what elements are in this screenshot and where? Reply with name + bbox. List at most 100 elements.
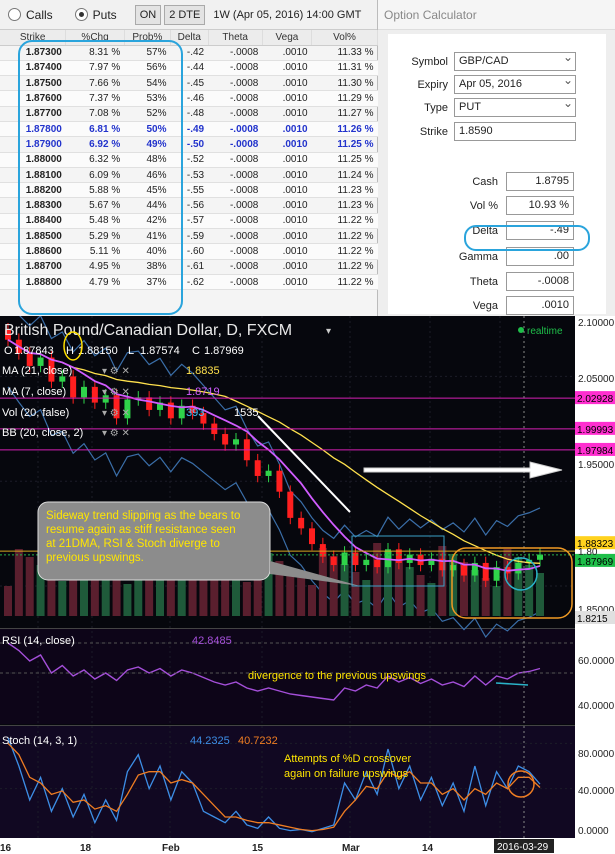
table-cell: -.0008 [208, 60, 263, 77]
rsi-tick: 60.0000 [578, 656, 615, 667]
puts-radio-circle[interactable] [74, 8, 88, 21]
table-row[interactable]: 1.88200 5.88 % 45% -.55 -.0008.0010 11.23 % [0, 182, 378, 199]
option-calculator-panel: Option Calculator Symbol GBP/CAD Expiry … [378, 0, 615, 316]
table-row[interactable]: 1.88600 5.11 % 40% -.60 -.0008.0010 11.22 % [0, 243, 378, 260]
candle-body [341, 552, 348, 566]
volume-bar [405, 567, 414, 616]
price-tag-label: 1.97984 [577, 446, 614, 457]
table-cell: .0010 [262, 152, 312, 168]
table-cell: 53% [124, 90, 171, 107]
cash-input[interactable]: 1.8795 [506, 172, 574, 191]
table-cell: 7.37 % [65, 90, 125, 107]
symbol-select[interactable]: GBP/CAD [454, 50, 576, 71]
table-cell: 7.66 % [65, 75, 125, 92]
dte-button[interactable]: 2 DTE [164, 4, 206, 25]
price-chart[interactable]: 2.10000 2.05000 1.95000 1.85000 2.02928 1.999… [0, 316, 615, 854]
table-cell: -.49 [170, 121, 209, 138]
ohlc-h-label: H [66, 345, 74, 357]
candle-body [482, 562, 489, 581]
volume-bar [340, 564, 349, 616]
vega-label: Vega [472, 300, 498, 312]
on-button[interactable]: ON [134, 4, 162, 25]
indicator-label: Vol (20, false) [2, 407, 69, 419]
volume-bar [25, 557, 34, 616]
stoch-note-line-2: again on failure upswings [284, 768, 409, 780]
stoch-d-value: 40.7232 [238, 735, 278, 747]
table-cell: 1.87300 [0, 45, 66, 61]
column-header[interactable]: Vega [262, 30, 313, 46]
table-cell: -.0008 [208, 213, 263, 230]
column-header[interactable]: Vol% [311, 30, 378, 46]
table-row[interactable]: 1.87900 6.92 % 49% -.50 -.0008.0010 11.25 % [0, 136, 378, 153]
stoch-k-value: 44.2325 [190, 735, 230, 747]
type-select[interactable]: PUT [454, 96, 576, 117]
table-cell: 1.88500 [0, 228, 66, 245]
vol-input[interactable]: 10.93 % [506, 196, 574, 215]
table-cell: 11.25 % [311, 152, 378, 168]
table-cell: .0010 [262, 228, 312, 245]
rsi-tick: 40.0000 [578, 701, 615, 712]
table-cell: 54% [124, 75, 171, 92]
column-header[interactable]: Prob% [124, 30, 171, 46]
table-row[interactable]: 1.87600 7.37 % 53% -.46 -.0008.0010 11.29 % [0, 90, 378, 107]
column-header[interactable]: %Chg [65, 30, 125, 46]
table-row[interactable]: 1.88100 6.09 % 46% -.53 -.0008.0010 11.24 % [0, 167, 378, 184]
rsi-note: divergence to the previous upswings [248, 670, 426, 682]
option-chain-toolbar: Calls Puts ON 2 DTE 1W (Apr 05, 2016) 14… [0, 0, 377, 30]
time-tick-label: Feb [162, 843, 180, 854]
puts-radio[interactable]: Puts [74, 8, 117, 22]
table-row[interactable]: 1.88400 5.48 % 42% -.57 -.0008.0010 11.22 % [0, 213, 378, 230]
table-cell: -.0008 [208, 259, 263, 275]
table-cell: .0010 [262, 167, 312, 184]
table-row[interactable]: 1.87400 7.97 % 56% -.44 -.0008.0010 11.31 % [0, 60, 378, 77]
candle-body [515, 562, 522, 574]
ohlc-o: 1.87843 [14, 345, 54, 357]
candle-body [374, 559, 381, 568]
table-row[interactable]: 1.88700 4.95 % 38% -.61 -.0008.0010 11.22 % [0, 259, 378, 275]
column-header[interactable]: Delta [170, 30, 209, 46]
table-row[interactable]: 1.88000 6.32 % 48% -.52 -.0008.0010 11.25 % [0, 152, 378, 168]
table-cell: -.57 [170, 213, 209, 230]
table-cell: 4.79 % [65, 274, 125, 291]
table-row[interactable]: 1.88500 5.29 % 41% -.59 -.0008.0010 11.22 % [0, 228, 378, 245]
stoch-note-line-1: Attempts of %D crossover [284, 753, 411, 765]
table-cell: 1.87900 [0, 136, 66, 153]
table-cell: 1.88200 [0, 182, 66, 199]
table-cell: 37% [124, 274, 171, 291]
candle-body [330, 556, 337, 566]
strike-input[interactable]: 1.8590 [454, 122, 576, 141]
gear-icon: ▾ ⚙ ✕ [102, 366, 130, 377]
table-cell: .0010 [262, 213, 312, 230]
calls-radio[interactable]: Calls [8, 8, 53, 22]
price-tick-label: 2.05000 [578, 374, 615, 385]
column-header[interactable]: Strike [0, 30, 67, 46]
price-tag-label: 1.99993 [577, 425, 614, 436]
column-header[interactable]: Theta [208, 30, 263, 46]
table-row[interactable]: 1.87800 6.81 % 50% -.49 -.0008.0010 11.26 % [0, 121, 378, 138]
table-cell: 11.23 % [311, 182, 378, 199]
expiry-select[interactable]: Apr 05, 2016 [454, 73, 576, 94]
table-cell: -.52 [170, 152, 209, 168]
calls-radio-circle[interactable] [8, 8, 21, 21]
table-cell: .0010 [262, 274, 312, 291]
table-cell: 11.24 % [311, 167, 378, 184]
table-row[interactable]: 1.87300 8.31 % 57% -.42 -.0008.0010 11.33 % [0, 45, 378, 61]
table-cell: -.0008 [208, 228, 263, 245]
table-cell: -.0008 [208, 136, 263, 153]
table-cell: 11.22 % [311, 274, 378, 291]
table-row[interactable]: 1.87500 7.66 % 54% -.45 -.0008.0010 11.30 % [0, 75, 378, 92]
table-cell: -.0008 [208, 182, 263, 199]
option-chain-table: Strike %Chg Prob% Delta Theta Vega Vol% 1.8730… [0, 30, 378, 291]
ohlc-h: 1.88150 [78, 345, 118, 357]
table-row[interactable]: 1.87700 7.08 % 52% -.48 -.0008.0010 11.27 % [0, 106, 378, 122]
table-row[interactable]: 1.88300 5.67 % 44% -.56 -.0008.0010 11.23 % [0, 197, 378, 214]
table-cell: 44% [124, 197, 171, 214]
time-tick-label: 16 [0, 843, 12, 854]
indicator-label: MA (7, close) [2, 386, 66, 398]
chart-canvas[interactable]: 2.100002.050001.950001.850002.029281.999… [0, 316, 615, 854]
annotation-text-line: resume again as stiff resistance seen [46, 524, 236, 536]
table-row[interactable]: 1.88800 4.79 % 37% -.62 -.0008.0010 11.22 % [0, 274, 378, 291]
realtime-label: realtime [527, 326, 563, 337]
table-cell: .0010 [262, 45, 312, 61]
price-tick-label: 1.95000 [578, 460, 615, 471]
